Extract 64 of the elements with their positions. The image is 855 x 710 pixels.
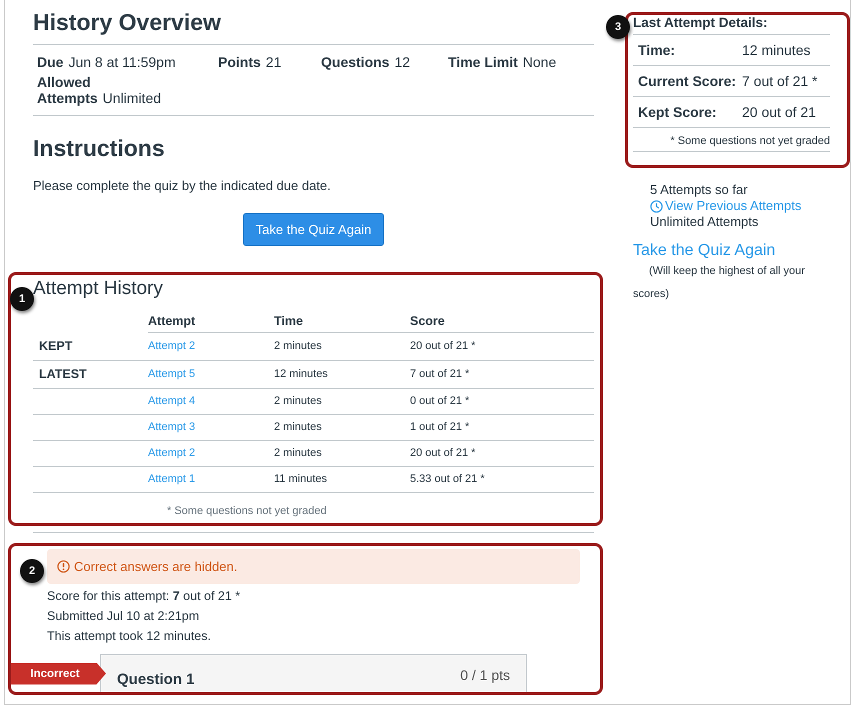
attempt-link[interactable]: Attempt 1 [148, 472, 196, 484]
detail-value: Unlimited [102, 90, 162, 106]
duration-text: This attempt took 12 minutes. [47, 628, 212, 644]
detail-label: Points [218, 54, 261, 70]
table-cell: 5.33 out of 21 * [410, 466, 594, 492]
section-title: Instructions [33, 134, 166, 162]
table-cell: 2 minutes [274, 440, 410, 466]
attempt-link[interactable]: Attempt 4 [148, 394, 196, 406]
table-cell: 2 minutes [274, 388, 410, 414]
attempt-link[interactable]: Attempt 3 [148, 420, 196, 432]
table-cell: 20 out of 21 * [410, 332, 594, 360]
detail-value: 12 [394, 54, 410, 70]
question-title: Question 1 [117, 670, 195, 688]
detail-label: Time Limit [448, 54, 518, 70]
clock-icon [650, 200, 663, 212]
detail-value: Jun 8 at 11:59pm [68, 54, 176, 70]
retake-quiz-button[interactable]: Take the Quiz Again [242, 213, 384, 246]
callout-number: 2 [20, 558, 44, 582]
page-title: History Overview [33, 0, 594, 45]
sidebar-title: Last Attempt Details: [633, 15, 830, 35]
footnote: * Some questions not yet graded [633, 128, 830, 152]
detail-label: Questions [321, 54, 390, 70]
table-cell: 12 minutes [274, 360, 410, 388]
detail-value: None [522, 54, 556, 70]
score-text: Score for this attempt: 7 out of 21 * [47, 588, 242, 604]
detail-label: Kept Score: [638, 104, 718, 120]
view-attempts-link[interactable]: View Previous Attempts [650, 198, 830, 214]
instructions-text: Please complete the quiz by the indicated due date. [33, 178, 332, 193]
table-cell: 7 out of 21 * [410, 360, 594, 388]
table-cell: 20 out of 21 * [410, 440, 594, 466]
table-cell: 2 minutes [274, 332, 410, 360]
column-header: Time [274, 310, 410, 332]
detail-value: 20 out of 21 [742, 104, 816, 120]
detail-label: Current Score: [638, 73, 738, 89]
detail-value: 7 out of 21 * [742, 73, 818, 89]
callout-number: 3 [606, 15, 630, 39]
retake-note: (Will keep the highest of all your scores) [633, 264, 806, 302]
retake-quiz-link[interactable]: Take the Quiz Again [633, 242, 830, 260]
attempt-link[interactable]: Attempt 5 [148, 368, 196, 380]
question-points: 0 / 1 pts [460, 666, 510, 682]
attempt-link[interactable]: Attempt 2 [148, 446, 196, 458]
table-cell: 0 out of 21 * [410, 388, 594, 414]
attempts-count: 5 Attempts so far [650, 182, 749, 198]
detail-value: 12 minutes [742, 42, 810, 58]
column-header: Score [410, 310, 594, 332]
status-ribbon: Incorrect [11, 662, 106, 684]
table-cell: 11 minutes [274, 466, 410, 492]
detail-label: Allowed Attempts [37, 74, 98, 106]
attempt-tag: KEPT [39, 338, 72, 352]
column-header: Attempt [148, 310, 274, 332]
footnote: * Some questions not yet graded [166, 504, 328, 516]
submitted-text: Submitted Jul 10 at 2:21pm [47, 608, 200, 624]
detail-value: 21 [266, 54, 282, 70]
callout-number: 1 [10, 287, 34, 311]
detail-label: Due [37, 54, 64, 70]
table-cell: 1 out of 21 * [410, 414, 594, 440]
detail-label: Time: [638, 42, 676, 58]
warning-icon [57, 560, 70, 572]
alert-text: Correct answers are hidden. [74, 558, 238, 574]
section-title: Attempt History [33, 278, 164, 301]
attempt-tag: LATEST [39, 366, 87, 380]
table-cell: 2 minutes [274, 414, 410, 440]
attempt-link[interactable]: Attempt 2 [148, 340, 196, 352]
allowed-attempts: Unlimited Attempts [650, 214, 760, 230]
